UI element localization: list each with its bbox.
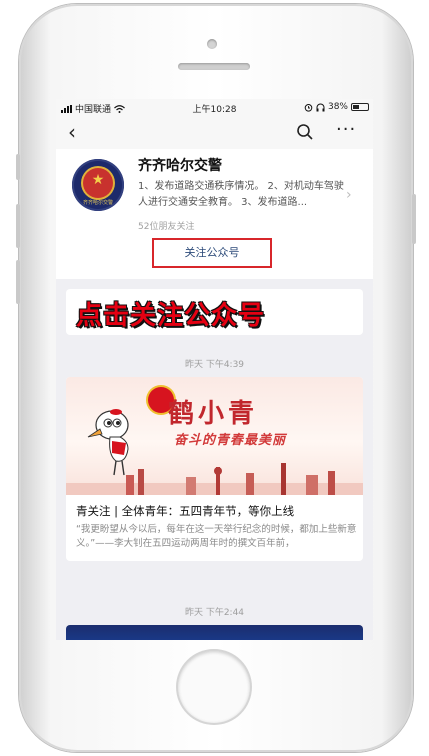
account-name: 齐齐哈尔交警 (138, 158, 222, 174)
back-icon[interactable]: ‹ (68, 121, 76, 143)
instruction-overlay: 点击关注公众号 (76, 301, 266, 331)
timestamp: 昨天 下午4:39 (184, 360, 245, 370)
account-logo: ★ 齐齐哈尔交警 (72, 159, 124, 211)
more-icon[interactable]: ··· (336, 119, 356, 140)
navigation-bar: ‹ ··· (56, 117, 373, 149)
battery-percentage: 38% (327, 102, 348, 112)
banner-subtitle: 奋斗的青春最美丽 (174, 433, 287, 448)
front-camera (207, 39, 217, 49)
headphones-icon (316, 103, 325, 111)
article-card[interactable]: 鹤小青 奋斗的青春最美丽 青关注 | 全体青年：五四青年节，等你上线 “我更盼望… (66, 377, 363, 561)
status-bar: 中国联通 上午10:28 38% (56, 99, 373, 117)
banner-title: 鹤小青 (168, 399, 259, 429)
article-banner: 鹤小青 奋斗的青春最美丽 (66, 377, 363, 495)
earpiece-speaker (178, 63, 250, 70)
article-excerpt: “我更盼望从今以后，每年在这一天举行纪念的时候，都加上些新意义。”——李大钊在五… (76, 524, 357, 549)
article-card-partial[interactable] (66, 625, 363, 640)
follow-button[interactable]: 关注公众号 (152, 238, 272, 268)
mute-switch (16, 154, 20, 180)
account-description: 1、发布道路交通秩序情况。 2、对机动车驾驶人进行交通安全教育。 3、发布道路.… (138, 181, 344, 208)
search-icon[interactable] (296, 123, 314, 141)
battery-icon (351, 103, 369, 111)
city-skyline-icon (66, 463, 363, 495)
account-card[interactable]: ★ 齐齐哈尔交警 齐齐哈尔交警 1、发布道路交通秩序情况。 2、对机动车驾驶人进… (56, 149, 373, 279)
phone-screen: 中国联通 上午10:28 38% ‹ ··· ★ 齐齐哈尔交警 齐齐哈尔交警 1… (56, 99, 373, 640)
logo-caption: 齐齐哈尔交警 (82, 200, 113, 206)
article-title: 青关注 | 全体青年：五四青年节，等你上线 (76, 504, 295, 518)
alarm-icon (304, 103, 313, 112)
volume-up-button (16, 204, 20, 248)
police-emblem-icon: ★ (83, 168, 113, 198)
chevron-right-icon[interactable]: › (346, 187, 352, 203)
power-button (412, 194, 416, 244)
friends-following: 52位朋友关注 (138, 222, 195, 232)
volume-down-button (16, 260, 20, 304)
timestamp: 昨天 下午2:44 (184, 608, 245, 618)
home-button[interactable] (178, 651, 250, 723)
